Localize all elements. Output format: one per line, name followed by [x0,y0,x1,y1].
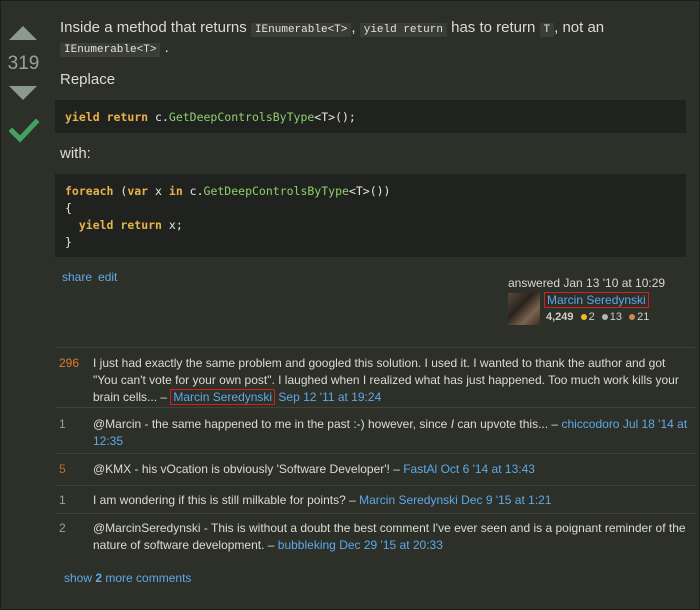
comment-score: 2 [59,521,66,535]
replace-label: Replace [60,71,116,88]
comment-user-link[interactable]: Marcin Seredynski [359,493,458,507]
inline-code: IEnumerable<T> [60,43,161,57]
comment-body: @MarcinSeredynski - This is without a do… [93,521,686,552]
avatar[interactable] [508,293,540,325]
accepted-check-icon [9,118,39,143]
show-more-comments-link[interactable]: show 2 more comments [64,571,191,585]
user-link[interactable]: Marcin Seredynski [544,292,649,308]
post-intro-line2: IEnumerable<T> . [60,37,169,61]
silver-badge-count: 13 [609,311,623,323]
comment-body: I just had exactly the same problem and … [93,356,679,405]
comment-body: I am wondering if this is still milkable… [93,493,552,507]
answered-timestamp: answered Jan 13 '10 at 10:29 [508,276,666,290]
comment-row: 5 @KMX - his vOcation is obviously 'Soft… [55,453,695,486]
inline-code: T [539,23,555,37]
with-label: with: [60,145,91,162]
inline-code: yield return [359,23,447,37]
gold-badge-icon [580,313,587,320]
bronze-badge-count: 21 [637,311,650,323]
comment-date[interactable]: Sep 12 '11 at 19:24 [278,390,381,404]
comment-score: 1 [59,417,66,431]
comment-body: @Marcin - the same happened to me in the… [93,417,688,448]
post-menu: share edit [62,270,123,284]
comment-score: 296 [59,356,80,370]
comment-date[interactable]: Dec 29 '15 at 20:33 [339,538,443,552]
comment-body: @KMX - his vOcation is obviously 'Softwa… [93,462,535,476]
vote-count: 319 [7,53,40,74]
edit-link[interactable]: edit [98,270,117,284]
code-block-1: yield return c.GetDeepControlsByType<T>(… [55,100,686,133]
comment-row: 2 @MarcinSeredynski - This is without a … [55,513,695,556]
code-block-2: foreach (var x in c.GetDeepControlsByTyp… [55,174,686,257]
inline-code: IEnumerable<T> [250,23,352,37]
user-signature: answered Jan 13 '10 at 10:29 Marcin Sere… [508,276,688,325]
comment-user-link[interactable]: Marcin Seredynski [170,389,276,405]
comment-score: 5 [59,462,66,476]
silver-badge-icon [601,313,608,320]
bronze-badge-icon [629,313,636,320]
share-link[interactable]: share [62,270,92,284]
comment-row: 1 @Marcin - the same happened to me in t… [55,407,695,454]
downvote-arrow-icon[interactable] [9,86,37,100]
comment-date[interactable]: Oct 6 '14 at 13:43 [441,462,535,476]
comment-row: 1 I am wondering if this is still milkab… [55,485,695,514]
reputation-score: 4,249 [546,311,574,323]
upvote-arrow-icon[interactable] [9,26,37,40]
gold-badge-count: 2 [588,311,595,323]
comment-user-link[interactable]: chiccodoro [561,417,619,431]
comment-date[interactable]: Dec 9 '15 at 1:21 [461,493,551,507]
reputation: 4,249 2 13 21 [546,311,649,323]
comment-score: 1 [59,493,66,507]
comment-row: 296 I just had exactly the same problem … [55,347,695,408]
comment-user-link[interactable]: FastAl [403,462,437,476]
comment-user-link[interactable]: bubbleking [278,538,336,552]
